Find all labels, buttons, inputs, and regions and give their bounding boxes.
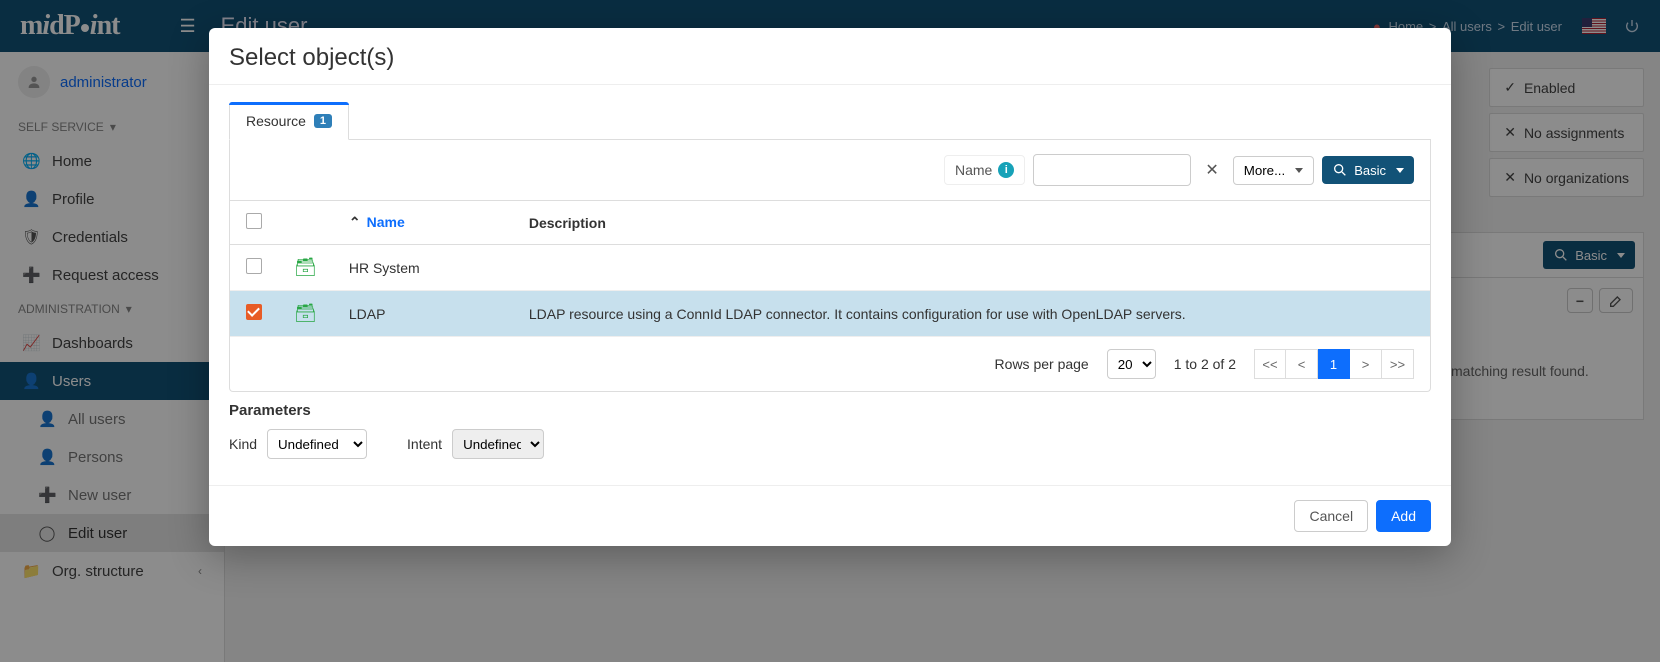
table-footer: Rows per page 20 1 to 2 of 2 << < 1 > >> <box>230 337 1430 391</box>
clear-search-button[interactable]: ✕ <box>1199 156 1224 184</box>
pager: << < 1 > >> <box>1254 349 1414 379</box>
select-all-checkbox[interactable] <box>246 213 262 229</box>
database-icon: 🗃 <box>294 303 317 323</box>
caret-down-icon <box>1396 168 1404 173</box>
objects-table: ⌃ Name Description 🗃 HR System <box>230 200 1430 337</box>
modal-tabs: Resource 1 <box>229 101 1431 140</box>
info-icon: i <box>998 162 1014 178</box>
cancel-button[interactable]: Cancel <box>1294 500 1368 532</box>
row-checkbox[interactable] <box>246 258 262 274</box>
name-label: Name <box>955 162 992 178</box>
rows-per-page-select[interactable]: 20 <box>1107 349 1156 379</box>
parameters-section: Parameters Kind Undefined Intent Undefin… <box>229 392 1431 477</box>
modal-title: Select object(s) <box>209 28 1451 84</box>
rows-per-page-label: Rows per page <box>995 356 1089 372</box>
more-filters-button[interactable]: More... <box>1233 156 1314 185</box>
column-name[interactable]: Name <box>367 214 405 230</box>
basic-search-button[interactable]: Basic <box>1322 156 1414 184</box>
caret-down-icon <box>1295 168 1303 173</box>
tab-label: Resource <box>246 113 306 129</box>
parameters-heading: Parameters <box>229 402 1431 419</box>
column-description: Description <box>513 201 1430 245</box>
pager-next[interactable]: > <box>1350 349 1382 379</box>
database-icon: 🗃 <box>294 257 317 277</box>
search-name-pill[interactable]: Name i <box>944 155 1025 185</box>
range-text: 1 to 2 of 2 <box>1174 356 1236 372</box>
kind-label: Kind <box>229 436 257 452</box>
pager-last[interactable]: >> <box>1382 349 1414 379</box>
tab-resource[interactable]: Resource 1 <box>229 102 349 140</box>
pager-current[interactable]: 1 <box>1318 349 1350 379</box>
search-bar: Name i ✕ More... Basic <box>230 140 1430 200</box>
pager-prev[interactable]: < <box>1286 349 1318 379</box>
kind-select[interactable]: Undefined <box>267 429 367 459</box>
intent-select[interactable]: Undefined <box>452 429 544 459</box>
tab-badge: 1 <box>314 114 332 128</box>
table-row[interactable]: 🗃 LDAP LDAP resource using a ConnId LDAP… <box>230 291 1430 337</box>
row-name: LDAP <box>333 291 513 337</box>
row-checkbox[interactable] <box>246 304 262 320</box>
row-description <box>513 245 1430 291</box>
table-row[interactable]: 🗃 HR System <box>230 245 1430 291</box>
row-description: LDAP resource using a ConnId LDAP connec… <box>513 291 1430 337</box>
add-button[interactable]: Add <box>1376 500 1431 532</box>
search-input[interactable] <box>1033 154 1191 186</box>
intent-label: Intent <box>407 436 442 452</box>
select-objects-modal: Select object(s) Resource 1 Name i ✕ <box>209 28 1451 546</box>
sort-asc-icon: ⌃ <box>349 214 361 230</box>
pager-first[interactable]: << <box>1254 349 1286 379</box>
row-name: HR System <box>333 245 513 291</box>
